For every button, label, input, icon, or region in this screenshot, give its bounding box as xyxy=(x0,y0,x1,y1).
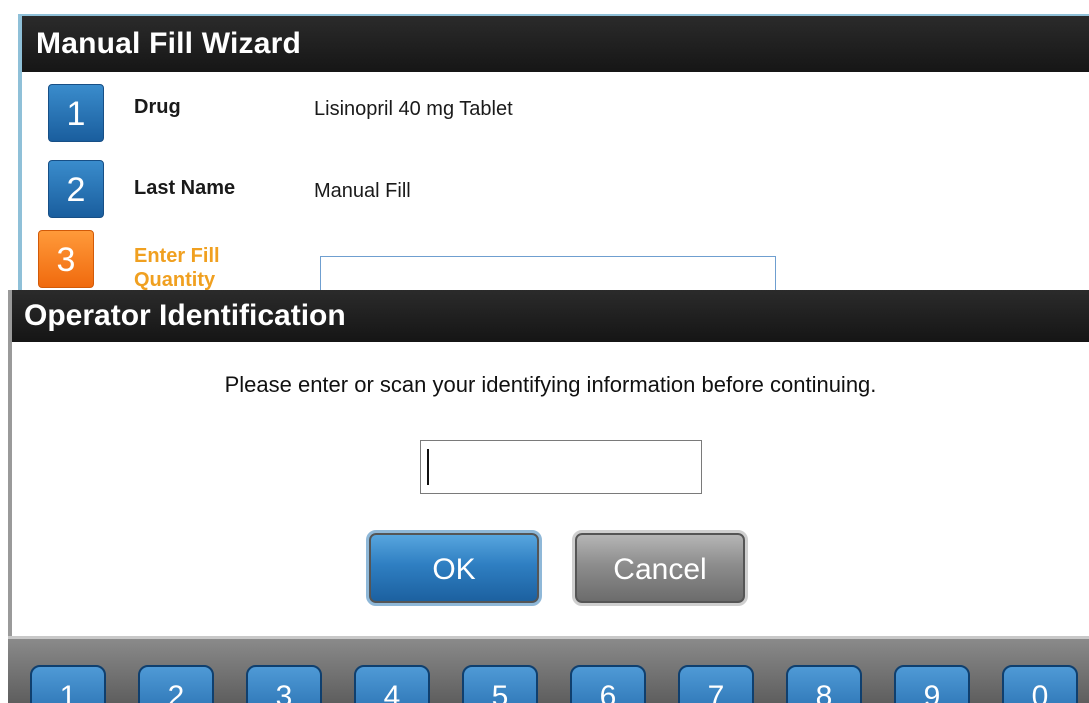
dialog-message: Please enter or scan your identifying in… xyxy=(224,372,877,397)
keypad-key-7[interactable]: 7 xyxy=(678,665,754,703)
keypad-key-5[interactable]: 5 xyxy=(462,665,538,703)
step-2-badge[interactable]: 2 xyxy=(48,160,104,218)
keypad-key-8[interactable]: 8 xyxy=(786,665,862,703)
numeric-keypad: 1 2 3 4 5 6 7 8 9 0 xyxy=(8,636,1089,703)
keypad-key-6[interactable]: 6 xyxy=(570,665,646,703)
keypad-key-2[interactable]: 2 xyxy=(138,665,214,703)
cancel-button[interactable]: Cancel xyxy=(572,530,748,606)
step-1-badge[interactable]: 1 xyxy=(48,84,104,142)
dialog-title: Operator Identification xyxy=(12,290,1089,342)
step-3-badge[interactable]: 3 xyxy=(38,230,94,288)
operator-identification-dialog: Operator Identification Please enter or … xyxy=(8,290,1089,636)
keypad-key-0[interactable]: 0 xyxy=(1002,665,1078,703)
operator-id-input[interactable] xyxy=(420,440,702,494)
step-3-label: Enter Fill Quantity xyxy=(134,245,220,291)
step-2-value: Manual Fill xyxy=(314,180,411,202)
keypad-key-4[interactable]: 4 xyxy=(354,665,430,703)
step-1-value: Lisinopril 40 mg Tablet xyxy=(314,98,513,120)
step-2-label: Last Name xyxy=(134,177,236,199)
text-caret xyxy=(427,449,429,485)
keypad-key-1[interactable]: 1 xyxy=(30,665,106,703)
ok-button[interactable]: OK xyxy=(366,530,542,606)
manual-fill-wizard-window: Manual Fill Wizard 1 Drug Lisinopril 40 … xyxy=(18,14,1089,314)
keypad-key-9[interactable]: 9 xyxy=(894,665,970,703)
keypad-key-3[interactable]: 3 xyxy=(246,665,322,703)
step-1-label: Drug xyxy=(134,96,181,118)
wizard-title: Manual Fill Wizard xyxy=(22,16,1089,72)
